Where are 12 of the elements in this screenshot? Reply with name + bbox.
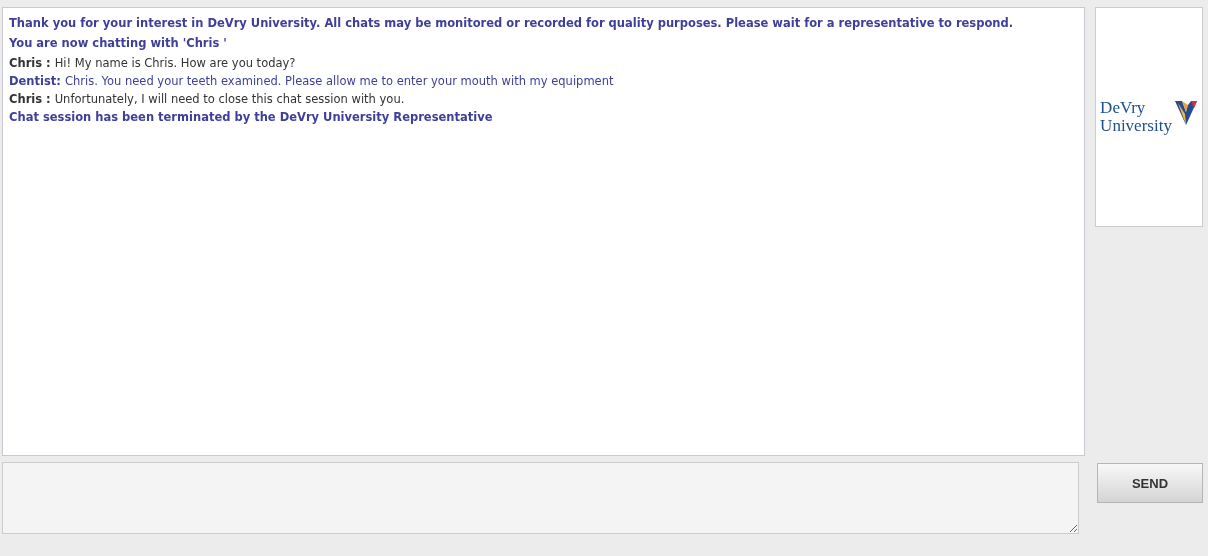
logo-text: DeVry: [1100, 99, 1147, 117]
message-text: Unfortunately, I will need to close this chat session with you.: [54, 92, 405, 106]
sender-name: Chris :: [9, 56, 51, 70]
system-message: You are now chatting with 'Chris ': [9, 36, 228, 50]
message-text: Chris. You need your teeth examined. Please allow me to enter your mouth with my equipment: [64, 74, 614, 88]
system-message: Chat session has been terminated by the DeVry University Representative: [9, 110, 494, 124]
message-text: Hi! My name is Chris. How are you today?: [54, 56, 296, 70]
sender-name: Chris :: [9, 92, 51, 106]
sender-name: Dentist:: [9, 74, 61, 88]
send-button[interactable]: SEND: [1097, 463, 1203, 503]
system-message: Thank you for your interest in DeVry University. All chats may be monitored or recorded for quality purposes. Please wait for a representative to respond.: [9, 16, 1015, 30]
logo-text: University: [1100, 117, 1172, 135]
